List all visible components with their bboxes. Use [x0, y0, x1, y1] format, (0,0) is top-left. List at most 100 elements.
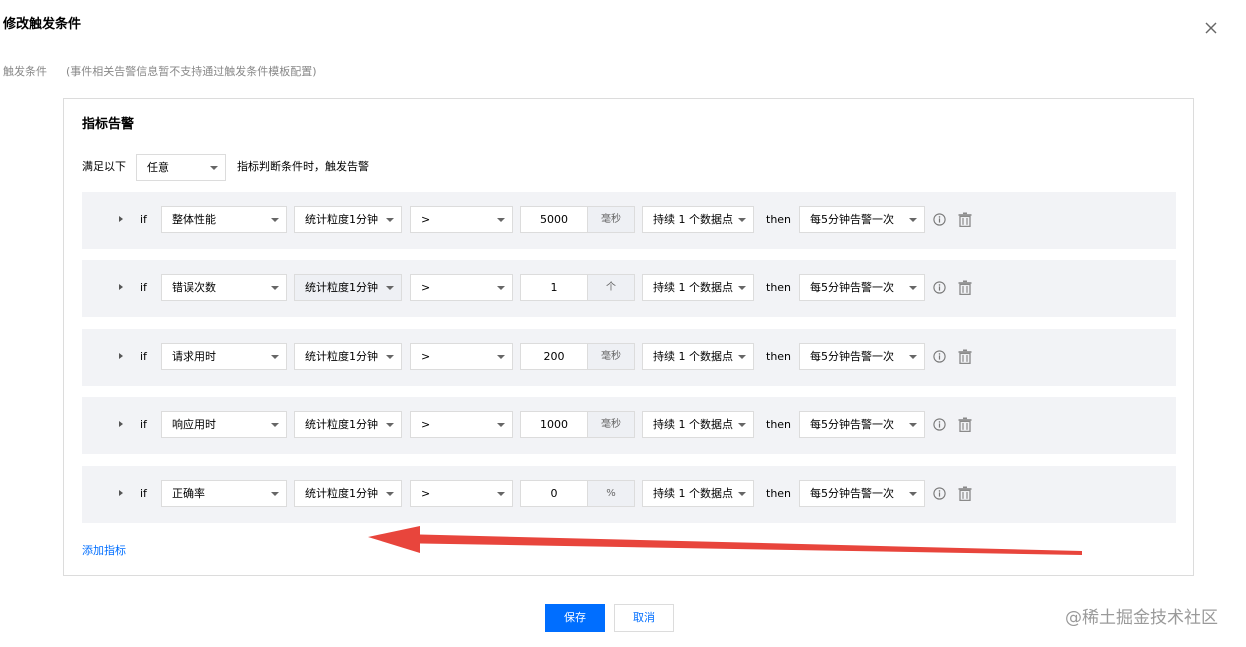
trigger-condition-label: 触发条件: [3, 65, 47, 78]
alarm-frequency-select[interactable]: 每5分钟告警一次: [799, 274, 925, 301]
close-icon[interactable]: [1202, 19, 1220, 37]
granularity-value: 统计粒度1分钟: [305, 487, 378, 500]
chevron-down-icon: [738, 492, 746, 496]
metric-select[interactable]: 整体性能: [161, 206, 287, 233]
satisfy-mode-select[interactable]: 任意: [136, 154, 226, 181]
granularity-select[interactable]: 统计粒度1分钟: [294, 343, 402, 370]
chevron-down-icon: [271, 492, 279, 496]
rule-row-1: if 整体性能 统计粒度1分钟 > 毫秒 持续 1 个数据点 then 每5分钟…: [82, 192, 1176, 249]
caret-right-icon[interactable]: [119, 216, 123, 222]
if-label: if: [140, 213, 147, 226]
alarm-frequency-select[interactable]: 每5分钟告警一次: [799, 343, 925, 370]
granularity-value: 统计粒度1分钟: [305, 418, 378, 431]
chevron-down-icon: [386, 355, 394, 359]
trash-icon[interactable]: [958, 280, 972, 295]
info-icon[interactable]: [933, 350, 946, 363]
trash-icon[interactable]: [958, 349, 972, 364]
threshold-unit: 毫秒: [588, 343, 635, 370]
caret-right-icon[interactable]: [119, 490, 123, 496]
metric-select[interactable]: 请求用时: [161, 343, 287, 370]
rule-row-3: if 请求用时 统计粒度1分钟 > 毫秒 持续 1 个数据点 then 每5分钟…: [82, 329, 1176, 386]
threshold-input[interactable]: [520, 480, 588, 507]
alarm-frequency-select[interactable]: 每5分钟告警一次: [799, 206, 925, 233]
threshold-unit: 毫秒: [588, 206, 635, 233]
add-metric-link[interactable]: 添加指标: [82, 543, 126, 559]
caret-right-icon[interactable]: [119, 284, 123, 290]
info-icon[interactable]: [933, 418, 946, 431]
chevron-down-icon: [386, 492, 394, 496]
granularity-value: 统计粒度1分钟: [305, 213, 378, 226]
granularity-select[interactable]: 统计粒度1分钟: [294, 274, 402, 301]
granularity-select[interactable]: 统计粒度1分钟: [294, 206, 402, 233]
frequency-value: 每5分钟告警一次: [810, 281, 894, 294]
chevron-down-icon: [909, 355, 917, 359]
operator-value: >: [421, 350, 431, 363]
metric-select[interactable]: 响应用时: [161, 411, 287, 438]
if-label: if: [140, 487, 147, 500]
metric-value: 请求用时: [172, 350, 216, 363]
duration-select[interactable]: 持续 1 个数据点: [642, 343, 754, 370]
alarm-frequency-select[interactable]: 每5分钟告警一次: [799, 411, 925, 438]
threshold-input[interactable]: [520, 206, 588, 233]
metric-value: 错误次数: [172, 281, 216, 294]
chevron-down-icon: [271, 355, 279, 359]
granularity-select[interactable]: 统计粒度1分钟: [294, 411, 402, 438]
chevron-down-icon: [497, 218, 505, 222]
trash-icon[interactable]: [958, 417, 972, 432]
trash-icon[interactable]: [958, 486, 972, 501]
duration-value: 持续 1 个数据点: [653, 281, 733, 294]
chevron-down-icon: [271, 423, 279, 427]
info-icon[interactable]: [933, 213, 946, 226]
threshold-input[interactable]: [520, 343, 588, 370]
caret-right-icon[interactable]: [119, 353, 123, 359]
operator-select[interactable]: >: [410, 343, 513, 370]
chevron-down-icon: [738, 286, 746, 290]
metric-select[interactable]: 错误次数: [161, 274, 287, 301]
operator-value: >: [421, 418, 431, 431]
cancel-button[interactable]: 取消: [614, 604, 674, 632]
satisfy-prefix-label: 满足以下: [82, 160, 126, 173]
granularity-select[interactable]: 统计粒度1分钟: [294, 480, 402, 507]
threshold-input[interactable]: [520, 411, 588, 438]
operator-select[interactable]: >: [410, 206, 513, 233]
metric-value: 正确率: [172, 487, 205, 500]
operator-select[interactable]: >: [410, 274, 513, 301]
frequency-value: 每5分钟告警一次: [810, 487, 894, 500]
then-label: then: [766, 281, 792, 294]
chevron-down-icon: [497, 355, 505, 359]
metric-alarm-title: 指标告警: [82, 117, 135, 132]
save-button[interactable]: 保存: [545, 604, 605, 632]
chevron-down-icon: [738, 218, 746, 222]
info-icon[interactable]: [933, 487, 946, 500]
frequency-value: 每5分钟告警一次: [810, 418, 894, 431]
operator-select[interactable]: >: [410, 411, 513, 438]
metric-select[interactable]: 正确率: [161, 480, 287, 507]
modify-trigger-dialog: 修改触发条件 触发条件 (事件相关告警信息暂不支持通过触发条件模板配置) 指标告…: [0, 0, 1246, 647]
chevron-down-icon: [386, 218, 394, 222]
duration-select[interactable]: 持续 1 个数据点: [642, 411, 754, 438]
rule-row-2: if 错误次数 统计粒度1分钟 > 个 持续 1 个数据点 then 每5分钟告…: [82, 260, 1176, 317]
chevron-down-icon: [497, 492, 505, 496]
alarm-frequency-select[interactable]: 每5分钟告警一次: [799, 480, 925, 507]
duration-value: 持续 1 个数据点: [653, 418, 733, 431]
trash-icon[interactable]: [958, 212, 972, 227]
operator-select[interactable]: >: [410, 480, 513, 507]
satisfy-mode-value: 任意: [147, 161, 169, 174]
chevron-down-icon: [738, 355, 746, 359]
threshold-unit: 个: [588, 274, 635, 301]
duration-select[interactable]: 持续 1 个数据点: [642, 206, 754, 233]
frequency-value: 每5分钟告警一次: [810, 350, 894, 363]
caret-right-icon[interactable]: [119, 421, 123, 427]
chevron-down-icon: [909, 423, 917, 427]
duration-value: 持续 1 个数据点: [653, 213, 733, 226]
chevron-down-icon: [210, 166, 218, 170]
duration-select[interactable]: 持续 1 个数据点: [642, 480, 754, 507]
info-icon[interactable]: [933, 281, 946, 294]
metric-value: 整体性能: [172, 213, 216, 226]
chevron-down-icon: [738, 423, 746, 427]
duration-select[interactable]: 持续 1 个数据点: [642, 274, 754, 301]
threshold-input[interactable]: [520, 274, 588, 301]
chevron-down-icon: [271, 286, 279, 290]
duration-value: 持续 1 个数据点: [653, 487, 733, 500]
then-label: then: [766, 213, 792, 226]
